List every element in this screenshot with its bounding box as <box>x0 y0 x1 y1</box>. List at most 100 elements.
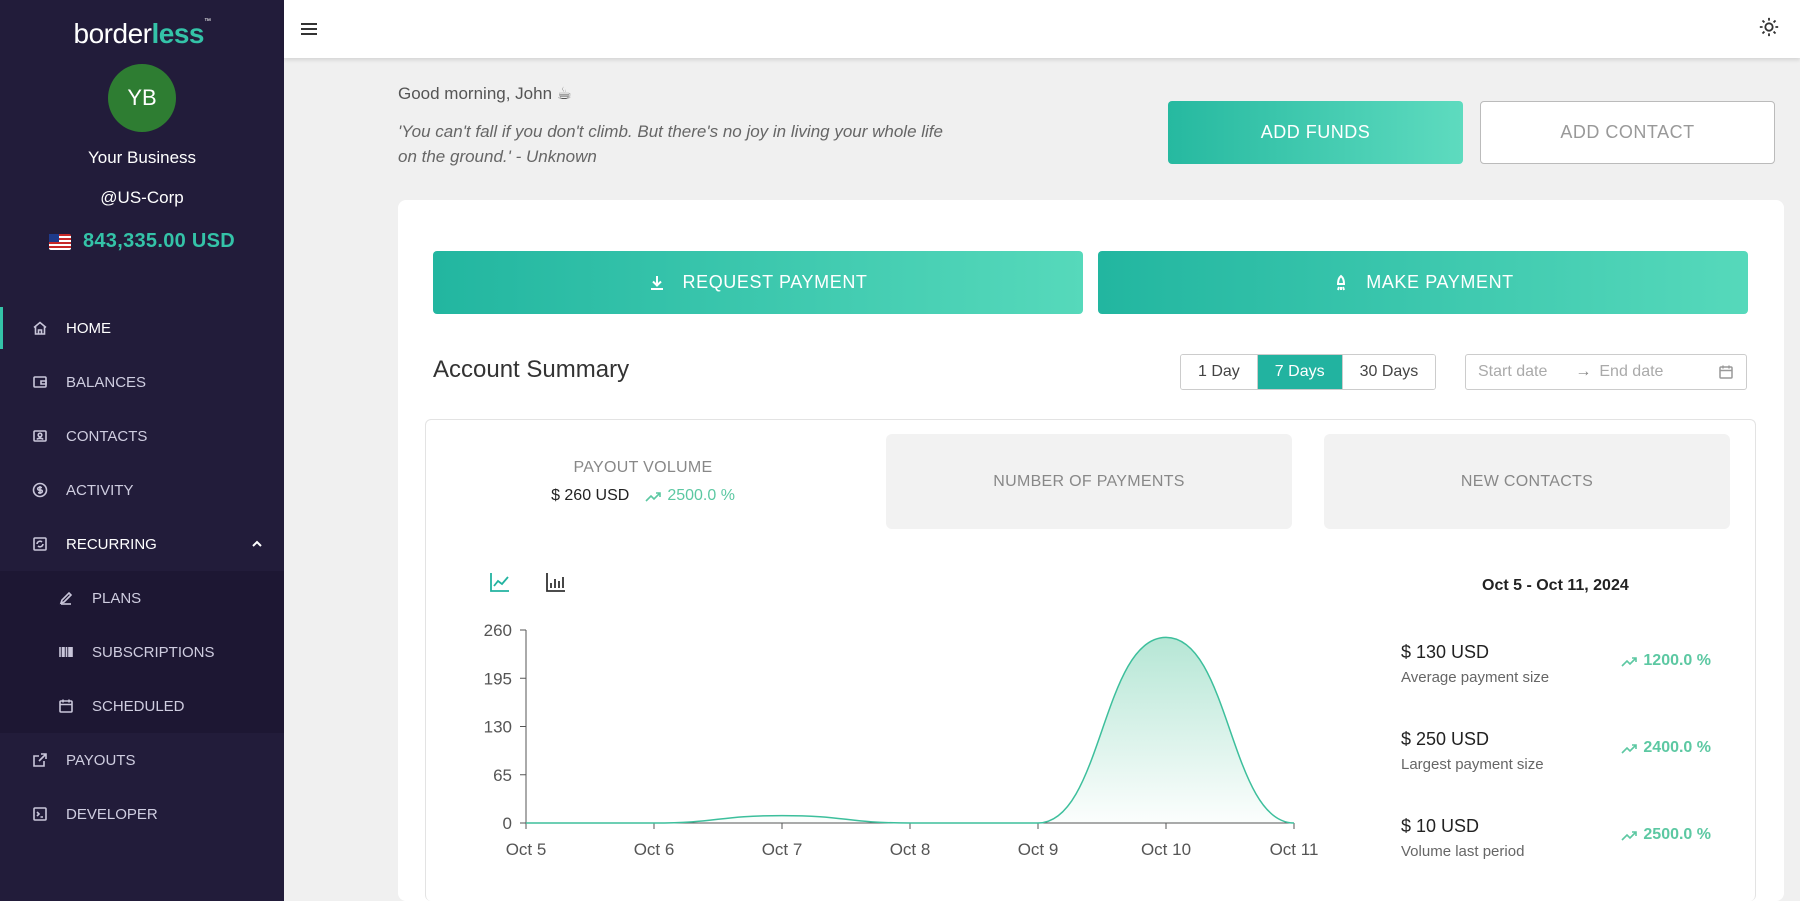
sidebar-item-label: RECURRING <box>66 535 157 553</box>
logo-text-border: border <box>73 18 152 49</box>
end-date-input[interactable]: End date <box>1599 363 1663 381</box>
payout-volume-label: PAYOUT VOLUME <box>573 458 713 476</box>
add-contact-button[interactable]: ADD CONTACT <box>1480 101 1775 164</box>
summary-panel: PAYOUT VOLUME $ 260 USD 2500.0 % NUMBER … <box>425 419 1756 901</box>
business-name: Your Business <box>87 148 197 167</box>
rocket-icon <box>1337 274 1346 290</box>
line-chart-icon[interactable] <box>489 571 515 597</box>
metric-average-payment: $ 130 USD Average payment size 1200.0 % <box>1401 642 1711 686</box>
sidebar-item-subscriptions[interactable]: SUBSCRIPTIONS <box>0 625 284 679</box>
sidebar-item-developer[interactable]: DEVELOPER <box>0 787 284 841</box>
wallet-icon <box>32 374 48 390</box>
sidebar-item-label: CONTACTS <box>66 427 148 445</box>
metric-volume-last-period: $ 10 USD Volume last period 2500.0 % <box>1401 816 1711 860</box>
logo-text-less: less <box>151 18 204 49</box>
metric-label: Volume last period <box>1401 843 1525 860</box>
new-contacts-label: NEW CONTACTS <box>1460 472 1594 490</box>
payout-volume-change: 2500.0 % <box>645 487 735 505</box>
metric-label: Average payment size <box>1401 669 1550 686</box>
sidebar-nav: HOME BALANCES CONTACTS ACTIVITY RECURRIN… <box>0 301 284 841</box>
arrow-right-icon: → <box>1575 363 1592 380</box>
range-30-days[interactable]: 30 Days <box>1342 355 1436 389</box>
y-tick-label: 130 <box>484 718 512 737</box>
quote-text: 'You can't fall if you don't climb. But … <box>398 122 943 166</box>
sidebar-item-home[interactable]: HOME <box>0 301 284 355</box>
area-fill <box>526 637 1294 823</box>
sidebar-item-recurring[interactable]: RECURRING <box>0 517 284 571</box>
dashboard-card: REQUEST PAYMENT MAKE PAYMENT Account Sum… <box>398 200 1784 901</box>
recurring-icon <box>32 536 48 552</box>
calendar-icon[interactable] <box>1718 364 1734 380</box>
external-link-icon <box>32 752 48 768</box>
trending-up-icon <box>1621 655 1638 667</box>
metric-largest-payment: $ 250 USD Largest payment size 2400.0 % <box>1401 729 1711 773</box>
x-tick-label: Oct 9 <box>1018 840 1059 858</box>
start-date-input[interactable]: Start date <box>1478 363 1547 381</box>
trending-up-icon <box>1621 829 1638 841</box>
greeting-text: Good morning, John ☕ <box>398 84 573 103</box>
x-tick-label: Oct 10 <box>1141 840 1191 858</box>
sun-icon[interactable] <box>1758 16 1782 40</box>
sidebar-item-payouts[interactable]: PAYOUTS <box>0 733 284 787</box>
period-label: Oct 5 - Oct 11, 2024 <box>1482 577 1629 594</box>
payout-volume-change-value: 2500.0 % <box>667 486 735 504</box>
range-7-days[interactable]: 7 Days <box>1257 355 1343 389</box>
calendar-icon <box>58 698 74 714</box>
sidebar-item-label: PLANS <box>92 589 142 607</box>
trending-up-icon <box>645 490 662 502</box>
account-balance: 843,335.00 USD <box>0 230 284 253</box>
chevron-up-icon[interactable] <box>250 537 264 551</box>
sidebar-item-label: BALANCES <box>66 373 147 391</box>
avatar[interactable]: YB <box>108 64 176 132</box>
sidebar-item-contacts[interactable]: CONTACTS <box>0 409 284 463</box>
request-payment-label: REQUEST PAYMENT <box>682 272 868 292</box>
add-funds-button[interactable]: ADD FUNDS <box>1168 101 1463 164</box>
download-icon <box>651 275 664 290</box>
menu-icon[interactable] <box>298 18 320 40</box>
barcode-icon <box>58 644 74 660</box>
sidebar-item-plans[interactable]: PLANS <box>0 571 284 625</box>
us-flag-icon <box>48 233 71 250</box>
terminal-icon <box>32 806 48 822</box>
metric-label: Largest payment size <box>1401 756 1544 773</box>
x-tick-label: Oct 8 <box>890 840 931 858</box>
payout-area-chart: 0 65 130 195 260 Oct 5 Oct 6 Oct 7 Oct 8 Oct 9 Oct… <box>484 621 1319 858</box>
request-payment-button[interactable]: REQUEST PAYMENT <box>433 251 1083 314</box>
sidebar: borderless™ YB Your Business @US-Corp 84… <box>0 0 284 901</box>
new-contacts-tile[interactable]: NEW CONTACTS <box>1324 434 1730 529</box>
time-range-selector: 1 Day 7 Days 30 Days <box>1180 354 1437 390</box>
sidebar-item-activity[interactable]: ACTIVITY <box>0 463 284 517</box>
metric-change-value: 2400.0 % <box>1643 739 1711 756</box>
trending-up-icon <box>1621 742 1638 754</box>
x-tick-label: Oct 7 <box>762 840 803 858</box>
y-tick-label: 195 <box>484 669 512 688</box>
payout-volume-tile[interactable]: PAYOUT VOLUME $ 260 USD 2500.0 % <box>440 434 846 529</box>
sidebar-item-balances[interactable]: BALANCES <box>0 355 284 409</box>
make-payment-label: MAKE PAYMENT <box>1366 272 1514 292</box>
metric-change: 2500.0 % <box>1621 826 1711 844</box>
x-tick-label: Oct 11 <box>1270 840 1319 858</box>
brand-logo[interactable]: borderless™ <box>0 0 284 52</box>
logo-trademark: ™ <box>203 18 211 25</box>
number-of-payments-tile[interactable]: NUMBER OF PAYMENTS <box>886 434 1292 529</box>
sidebar-item-label: DEVELOPER <box>66 805 158 823</box>
bar-chart-icon[interactable] <box>545 571 571 597</box>
recurring-submenu: PLANS SUBSCRIPTIONS SCHEDULED <box>0 571 284 733</box>
sidebar-item-label: PAYOUTS <box>66 751 136 769</box>
range-1-day[interactable]: 1 Day <box>1181 355 1258 389</box>
sidebar-item-scheduled[interactable]: SCHEDULED <box>0 679 284 733</box>
x-tick-label: Oct 6 <box>634 840 675 858</box>
top-bar <box>284 0 1800 58</box>
y-tick-label: 260 <box>484 621 512 640</box>
sidebar-item-label: SCHEDULED <box>92 697 185 715</box>
business-handle: @US-Corp <box>100 188 184 207</box>
metric-change: 2400.0 % <box>1621 739 1711 757</box>
metric-change-value: 1200.0 % <box>1643 652 1711 669</box>
sidebar-item-label: ACTIVITY <box>66 481 134 499</box>
pencil-icon <box>58 590 74 606</box>
make-payment-button[interactable]: MAKE PAYMENT <box>1098 251 1748 314</box>
x-tick-label: Oct 5 <box>506 840 547 858</box>
sidebar-item-label: SUBSCRIPTIONS <box>92 643 215 661</box>
date-range-picker[interactable]: Start date → End date <box>1465 354 1747 390</box>
balance-amount: 843,335.00 USD <box>82 230 236 252</box>
